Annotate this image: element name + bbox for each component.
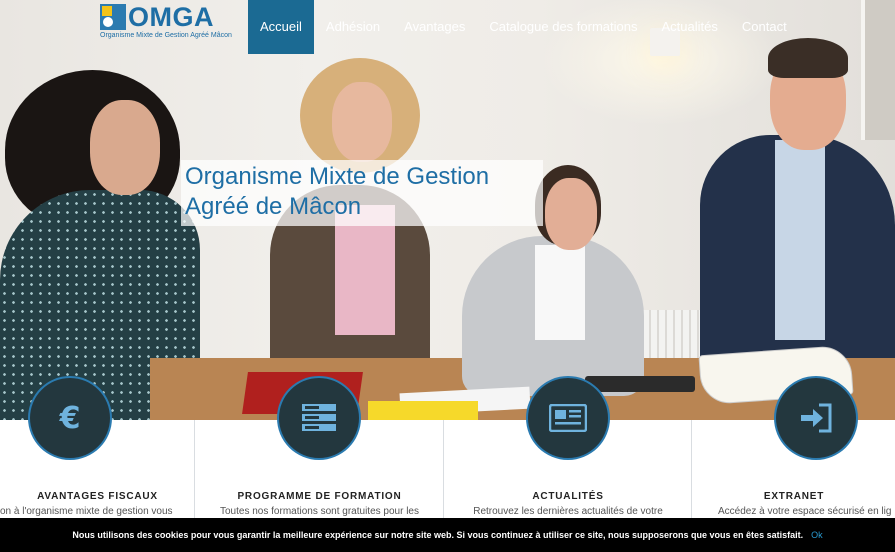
site-logo[interactable]: OMGA Organisme Mixte de Gestion Agréé Mâ… [100, 4, 240, 44]
logo-mark-icon [100, 4, 126, 30]
hero-title-line-1: Organisme Mixte de Gestion [185, 163, 490, 190]
feature-title: ACTUALITÉS [532, 491, 604, 502]
nav-item-adhesion[interactable]: Adhésion [314, 0, 392, 54]
person-3-face [545, 178, 597, 250]
hero-banner: Organisme Mixte de Gestion Agréé de Mâco… [0, 0, 895, 420]
feature-title: EXTRANET [763, 491, 825, 502]
nav-item-actualites[interactable]: Actualités [650, 0, 730, 54]
newspaper-icon[interactable] [528, 378, 608, 458]
nav-item-contact[interactable]: Contact [730, 0, 799, 54]
cookie-ok-button[interactable]: Ok [811, 530, 823, 540]
feature-text: Accédez à votre espace sécurisé en lig [718, 506, 892, 517]
keyboard [585, 376, 695, 392]
yellow-folder [368, 401, 478, 420]
person-4-shirt [775, 140, 825, 340]
feature-text: on à l'organisme mixte de gestion vous [0, 506, 173, 517]
nav-item-accueil[interactable]: Accueil [248, 0, 314, 54]
svg-text:€: € [59, 401, 81, 435]
server-icon[interactable] [279, 378, 359, 458]
sign-in-icon[interactable] [776, 378, 856, 458]
feature-text: Toutes nos formations sont gratuites pou… [220, 506, 419, 517]
person-3-collar [535, 245, 585, 340]
top-navigation: OMGA Organisme Mixte de Gestion Agréé Mâ… [0, 0, 895, 54]
feature-title: PROGRAMME DE FORMATION [237, 491, 402, 502]
logo-subtitle: Organisme Mixte de Gestion Agréé Mâcon [100, 32, 232, 39]
hero-title: Organisme Mixte de Gestion Agréé de Mâco… [181, 160, 543, 226]
person-2-face [332, 82, 392, 162]
logo-text: OMGA [128, 2, 214, 32]
feature-text: Retrouvez les dernières actualités de vo… [473, 506, 663, 517]
main-menu: Accueil Adhésion Avantages Catalogue des… [248, 0, 799, 54]
cookie-message: Nous utilisons des cookies pour vous gar… [72, 530, 804, 540]
euro-icon[interactable]: € [30, 378, 110, 458]
hero-title-line-2: Agréé de Mâcon [185, 193, 362, 220]
nav-item-catalogue[interactable]: Catalogue des formations [477, 0, 649, 54]
nav-item-avantages[interactable]: Avantages [392, 0, 477, 54]
person-1-face [90, 100, 160, 195]
feature-title: AVANTAGES FISCAUX [37, 491, 158, 502]
cookie-banner: Nous utilisons des cookies pour vous gar… [0, 518, 895, 552]
